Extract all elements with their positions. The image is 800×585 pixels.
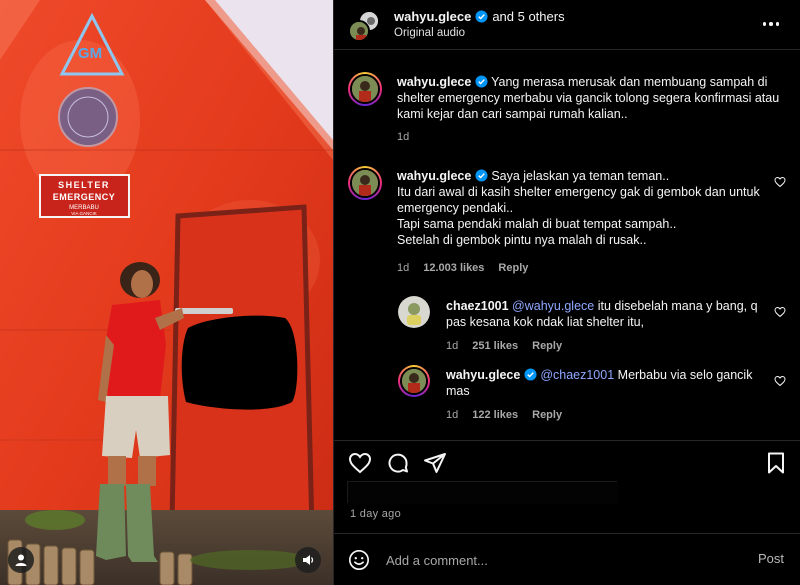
author-avatars[interactable] [348,10,382,42]
tag-users-icon[interactable] [8,547,34,573]
comment-meta: 1d 12.003 likes Reply [397,262,528,274]
comment-meta: 1d [397,131,409,143]
reply-button[interactable]: Reply [532,340,562,352]
comment-composer: Post [334,533,800,585]
mention-link[interactable]: @chaez1001 [540,368,614,382]
post-timestamp[interactable]: 1 day ago [350,508,401,520]
sign-title-2: EMERGENCY [53,192,116,202]
comment-likes[interactable]: 122 likes [472,409,518,421]
comment-line: Itu dari awal di kasih shelter emergency… [397,185,760,215]
more-options-icon[interactable] [760,14,782,34]
post-header: wahyu.glece and 5 others Original audio [334,0,800,50]
reply-button[interactable]: Reply [498,262,528,274]
post-author-line: wahyu.glece and 5 others [394,9,565,24]
comment-text: chaez1001 @wahyu.glece itu disebelah man… [446,298,766,330]
sign-sub-2: VIA GANCIK [71,211,97,216]
sign-title-1: SHELTER [58,180,110,190]
commenter-avatar[interactable] [398,296,430,328]
post-comment-button[interactable]: Post [758,551,784,566]
comment-username[interactable]: wahyu.glece [397,169,471,183]
comment-meta: 1d 122 likes Reply [446,409,562,421]
comment-username[interactable]: wahyu.glece [397,75,471,89]
comment-text: wahyu.glece @chaez1001 Merbabu via selo … [446,367,766,399]
comment-likes[interactable]: 251 likes [472,340,518,352]
heart-icon[interactable] [774,375,786,387]
comment-likes[interactable]: 12.003 likes [423,262,484,274]
sign-logo: GM [78,45,102,62]
heart-icon[interactable] [774,306,786,318]
reply-item: wahyu.glece @chaez1001 Merbabu via selo … [398,365,788,425]
comment-username[interactable]: wahyu.glece [446,368,520,382]
verified-badge-icon [475,10,488,23]
likes-summary-redacted [347,481,618,504]
heart-icon[interactable] [774,176,786,188]
mention-link[interactable]: @wahyu.glece [512,299,594,313]
comment-text: wahyu.glece Yang merasa merusak dan memb… [397,74,782,122]
verified-badge-icon [524,368,537,381]
commenter-avatar[interactable] [348,72,382,106]
comment-item: wahyu.glece Yang merasa merusak dan memb… [348,72,788,152]
comment-username[interactable]: chaez1001 [446,299,509,313]
commenter-avatar[interactable] [348,166,382,200]
coauthors-link[interactable]: and 5 others [492,9,564,24]
heart-icon[interactable] [348,451,372,475]
comment-time[interactable]: 1d [397,131,409,143]
author-username[interactable]: wahyu.glece [394,9,471,24]
bookmark-icon[interactable] [764,451,788,475]
comment-icon[interactable] [386,451,410,475]
comment-line: Tapi sama pendaki malah di buat tempat s… [397,217,677,231]
post-panel: wahyu.glece and 5 others Original audio … [333,0,800,585]
reply-item: chaez1001 @wahyu.glece itu disebelah man… [398,296,788,356]
comment-time[interactable]: 1d [446,409,458,421]
mute-icon[interactable] [295,547,321,573]
post-actions [334,440,800,480]
comment-line: Setelah di gembok pintu nya malah di rus… [397,233,647,247]
comment-line: Saya jelaskan ya teman teman.. [491,169,670,183]
shelter-photo: GM SHELTER EMERGENCY MERBABU VIA GANCIK [0,0,333,585]
comment-time[interactable]: 1d [397,262,409,274]
reply-button[interactable]: Reply [532,409,562,421]
audio-link[interactable]: Original audio [394,27,465,39]
comment-item: wahyu.glece Saya jelaskan ya teman teman… [348,166,788,278]
verified-badge-icon [475,169,488,182]
commenter-avatar[interactable] [398,365,430,397]
post-media[interactable]: GM SHELTER EMERGENCY MERBABU VIA GANCIK [0,0,333,585]
comment-meta: 1d 251 likes Reply [446,340,562,352]
comment-input[interactable] [386,550,726,570]
comment-time[interactable]: 1d [446,340,458,352]
share-icon[interactable] [423,451,447,475]
verified-badge-icon [475,75,488,88]
emoji-icon[interactable] [348,549,370,571]
author-avatar [348,20,370,42]
comment-text: wahyu.glece Saya jelaskan ya teman teman… [397,168,767,248]
